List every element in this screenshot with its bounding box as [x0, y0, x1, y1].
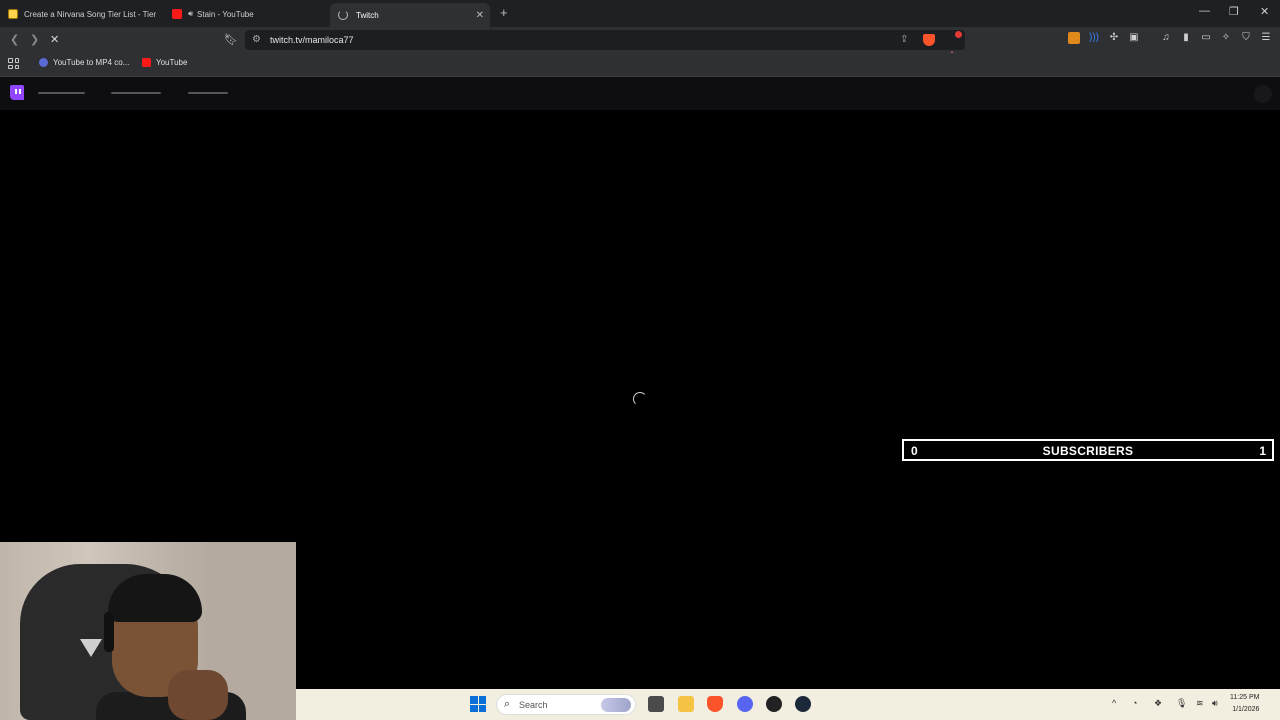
back-button[interactable]: ❮	[10, 33, 19, 46]
person-hair	[108, 574, 202, 622]
loading-spinner-icon	[338, 10, 348, 20]
search-placeholder: Search	[519, 700, 548, 710]
search-icon: ⌕	[504, 698, 511, 710]
discord-icon[interactable]	[737, 696, 753, 712]
dropbox-icon[interactable]: ❖	[1154, 698, 1162, 709]
leo-ai-icon[interactable]: ✧	[1220, 32, 1232, 44]
brave-rewards-icon[interactable]	[946, 31, 962, 62]
search-highlight-image	[601, 698, 631, 712]
nav-skeleton-browse	[111, 92, 161, 94]
restore-icon[interactable]: ❐	[1229, 5, 1239, 18]
new-tab-button[interactable]: +	[500, 5, 508, 20]
subscriber-goal-overlay: 0 SUBSCRIBERS 1	[902, 439, 1274, 461]
tab-twitch[interactable]: Twitch ✕	[330, 3, 490, 27]
task-view-icon[interactable]	[648, 696, 664, 712]
nav-skeleton-more	[188, 92, 228, 94]
puzzle-extensions-icon[interactable]: ✣	[1108, 32, 1120, 44]
chair-logo-icon	[80, 639, 102, 657]
share-icon[interactable]: ⇪	[900, 34, 908, 45]
volume-icon[interactable]: 🔊︎	[1212, 698, 1218, 709]
clock-time: 11:25 PM	[1230, 694, 1260, 701]
system-clock[interactable]: 11:25 PM 1/1/2026	[1230, 692, 1259, 716]
obs-icon[interactable]	[766, 696, 782, 712]
taskbar-search[interactable]: ⌕ Search	[496, 694, 636, 715]
file-explorer-icon[interactable]	[678, 696, 694, 712]
tab-tier-list[interactable]: Create a Nirvana Song Tier List - Tier	[8, 3, 160, 25]
audio-icon[interactable]: 🔊︎	[188, 9, 193, 19]
youtube-icon	[172, 9, 182, 19]
start-button-icon[interactable]	[470, 696, 486, 712]
menu-icon[interactable]: ☰	[1260, 32, 1272, 44]
page-loading-spinner-icon	[633, 392, 647, 406]
tab-title: Create a Nirvana Song Tier List - Tier	[24, 9, 157, 19]
webcam-overlay	[0, 542, 296, 720]
vpn-shield-icon[interactable]: ⛉	[1240, 32, 1252, 44]
tray-overflow-icon[interactable]: ^	[1112, 698, 1116, 708]
subscriber-label: SUBSCRIBERS	[1042, 444, 1134, 458]
screenshot-icon[interactable]: ▣	[1128, 32, 1140, 44]
address-bar[interactable]: ⚙︎ twitch.tv/mamiloca77 ⇪	[245, 30, 965, 62]
network-app-icon[interactable]: ◔	[1132, 698, 1137, 708]
tab-title: Stain - YouTube	[197, 9, 254, 19]
bookmark-youtube-to-mp4[interactable]: YouTube to MP4 co...	[39, 58, 129, 67]
clock-date: 1/1/2026	[1232, 706, 1260, 713]
wallet-icon[interactable]: ▭	[1200, 32, 1212, 44]
media-control-icon[interactable]: ♫	[1160, 32, 1172, 44]
tierlist-icon	[8, 9, 18, 19]
nav-skeleton-following	[38, 92, 85, 94]
brave-browser-icon[interactable]	[707, 696, 723, 712]
bookmark-label: YouTube	[156, 58, 188, 67]
apps-grid-icon[interactable]	[8, 58, 19, 69]
youtube-icon	[142, 58, 151, 67]
minimize-icon[interactable]: —	[1199, 5, 1210, 17]
tab-youtube-stain[interactable]: 🔊︎ Stain - YouTube	[172, 3, 322, 25]
twitch-top-nav	[0, 77, 1280, 110]
site-settings-icon[interactable]: ⚙︎	[252, 34, 261, 45]
headphones-icon	[104, 612, 114, 652]
bookmark-youtube[interactable]: YouTube	[142, 58, 187, 67]
browser-tab-strip: Create a Nirvana Song Tier List - Tier 🔊…	[0, 0, 1280, 27]
audio-extension-icon[interactable]: )))	[1088, 32, 1100, 44]
sidebar-icon[interactable]: ▮	[1180, 32, 1192, 44]
person-hand	[168, 670, 228, 720]
close-window-icon[interactable]: ✕	[1260, 5, 1269, 18]
subscriber-goal-target: 1	[1259, 444, 1266, 458]
browser-toolbar: ❮ ❯ ✕ 🔖︎ ⚙︎ twitch.tv/mamiloca77 ⇪ ))) ✣…	[0, 27, 1280, 62]
tab-title: Twitch	[356, 10, 379, 20]
forward-button[interactable]: ❯	[30, 33, 39, 46]
bookmarks-bar: YouTube to MP4 co... YouTube	[0, 53, 1280, 77]
microphone-icon[interactable]: 🎙︎	[1176, 698, 1187, 709]
steam-icon[interactable]	[795, 696, 811, 712]
twitch-logo-icon[interactable]	[10, 85, 24, 100]
brave-shields-icon[interactable]	[923, 34, 935, 46]
avatar[interactable]	[1254, 85, 1272, 103]
stop-loading-button[interactable]: ✕	[50, 33, 59, 46]
wifi-icon[interactable]: ≋	[1196, 698, 1204, 709]
windows-taskbar: ⌕ Search ^ ◔ ❖ 🎙︎ ≋ 🔊︎ 11:25 PM 1/1/2026	[296, 689, 1280, 720]
globe-icon	[39, 58, 48, 67]
extension-icon[interactable]	[1068, 32, 1080, 44]
close-tab-icon[interactable]: ✕	[476, 10, 484, 21]
bookmark-icon[interactable]: 🔖︎	[224, 33, 238, 46]
bookmark-label: YouTube to MP4 co...	[53, 58, 130, 67]
url-text[interactable]: twitch.tv/mamiloca77	[270, 35, 354, 45]
